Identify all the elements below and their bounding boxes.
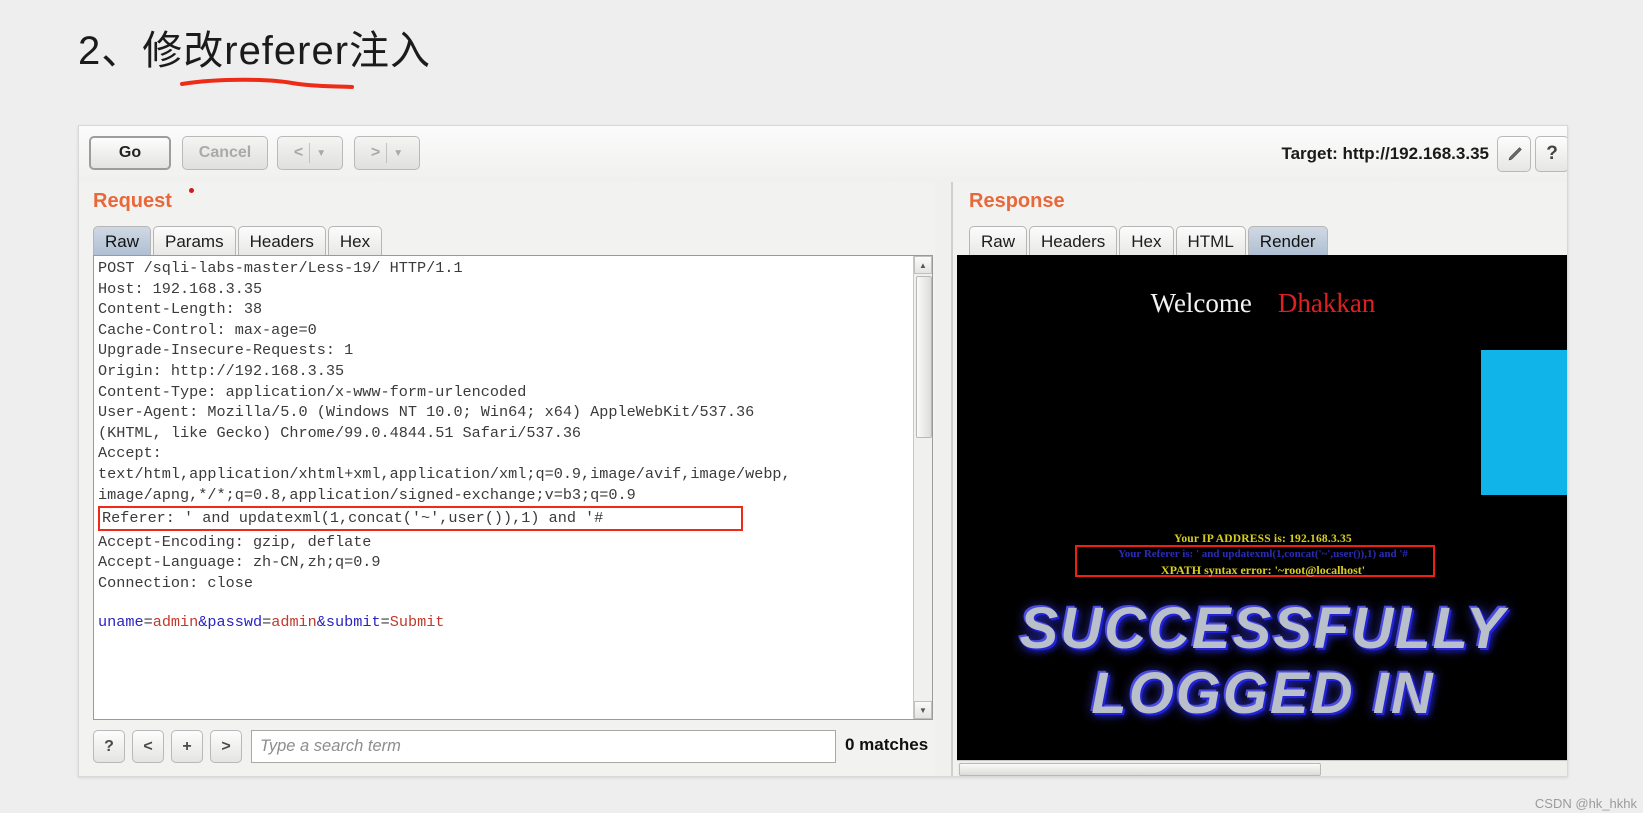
response-tab-raw[interactable]: Raw [969,226,1028,256]
request-tab-hex[interactable]: Hex [327,226,383,256]
request-vertical-scrollbar[interactable]: ▲ ▼ [913,256,932,719]
body-uname-key: uname [98,613,144,631]
successfully-text: SUCCESSFULLY [1019,596,1507,661]
response-tab-html[interactable]: HTML [1175,226,1246,256]
request-raw-before: POST /sqli-labs-master/Less-19/ HTTP/1.1… [98,259,791,504]
match-count-label: 0 matches [845,735,929,754]
scroll-up-icon[interactable]: ▲ [914,256,932,274]
next-request-button[interactable]: > ▼ [354,136,420,170]
scroll-down-icon[interactable]: ▼ [914,701,932,719]
request-raw-after: Accept-Encoding: gzip, deflate Accept-La… [98,532,381,592]
ip-address-line: Your IP ADDRESS is: 192.168.3.35 [1174,533,1352,545]
response-tab-hex[interactable]: Hex [1119,226,1174,256]
title-underline-annotation [180,77,354,89]
xpath-error-line: XPATH syntax error: '~root@localhost' [1160,563,1366,577]
next-arrow-icon: > [370,144,381,161]
response-horizontal-scrollbar[interactable] [957,760,1567,776]
request-tab-headers[interactable]: Headers [237,226,326,256]
request-tab-params[interactable]: Params [153,226,236,256]
request-tab-raw[interactable]: Raw [93,226,152,256]
chevron-down-icon-2: ▼ [393,147,404,159]
request-scroll-thumb[interactable] [916,276,932,438]
prev-arrow-icon: < [293,144,304,161]
body-passwd-key: passwd [207,613,263,631]
request-heading: Request [93,190,172,212]
request-body-line: uname=admin&passwd=admin&submit=Submit [98,612,444,633]
response-render-frame: Welcome Dhakkan Your IP ADDRESS is: 192.1… [957,255,1567,775]
eq3: = [380,613,390,631]
body-uname-value: admin [152,613,199,631]
welcome-line: Welcome Dhakkan [957,288,1567,319]
response-tab-render[interactable]: Render [1247,226,1328,256]
amp2: & [316,613,326,631]
body-submit-value: Submit [389,613,445,631]
eq2: = [262,613,272,631]
body-submit-key: submit [325,613,381,631]
search-previous-button[interactable]: < [132,730,164,763]
search-input[interactable]: Type a search term [251,730,836,763]
request-modified-dot-icon [189,188,194,193]
request-raw-editor[interactable]: POST /sqli-labs-master/Less-19/ HTTP/1.1… [93,255,933,720]
referer-injection-highlight: Referer: ' and updatexml(1,concat('~',us… [98,506,743,531]
eq1: = [143,613,153,631]
edit-target-button[interactable] [1497,136,1531,172]
welcome-username: Dhakkan [1277,288,1376,318]
request-panel: Request Raw Params Headers Hex POST /sqli-l… [79,182,949,776]
search-help-button[interactable]: ? [93,730,125,763]
request-raw-text: POST /sqli-labs-master/Less-19/ HTTP/1.1… [98,258,912,594]
response-tab-headers[interactable]: Headers [1029,226,1118,256]
chevron-down-icon: ▼ [316,147,327,159]
body-passwd-value: admin [271,613,317,631]
search-placeholder: Type a search term [260,737,401,755]
response-heading: Response [969,190,1065,212]
target-label: Target: http://192.168.3.35 [1281,144,1489,163]
page-title: 2、修改referer注入 [78,29,432,73]
response-tabs: Raw Headers Hex HTML Render [969,226,1330,256]
help-button[interactable]: ? [1535,136,1567,172]
response-scroll-thumb[interactable] [959,763,1321,776]
response-panel: Response Raw Headers Hex HTML Render Welcome… [951,182,1567,776]
cancel-button[interactable]: Cancel [182,136,268,170]
toolbar: Go Cancel < ▼ > ▼ Target: http://192.168.3… [79,126,1567,182]
csdn-watermark: CSDN @hk_hkhk [1534,796,1637,811]
pencil-icon [1508,146,1522,160]
cyan-decoration-block [1481,350,1567,495]
welcome-text: Welcome [1150,288,1252,318]
search-add-button[interactable]: + [171,730,203,763]
panel-divider [935,182,951,776]
search-next-button[interactable]: > [210,730,242,763]
request-search-bar: ? < + > Type a search term 0 matches [93,730,938,766]
burp-repeater-window: Go Cancel < ▼ > ▼ Target: http://192.168.3… [78,125,1568,777]
request-tabs: Raw Params Headers Hex [93,226,384,256]
go-button[interactable]: Go [89,136,171,170]
previous-request-button[interactable]: < ▼ [277,136,343,170]
logged-in-text: LOGGED IN [1091,661,1435,726]
